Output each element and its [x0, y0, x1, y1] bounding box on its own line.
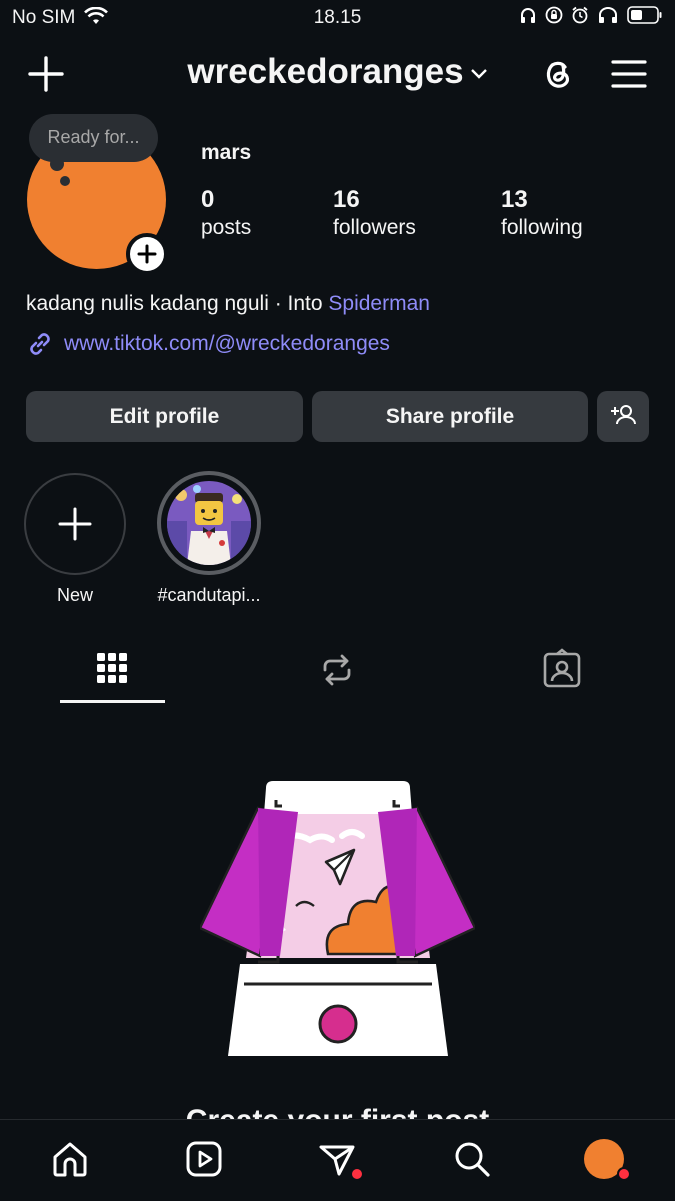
- discover-people-button[interactable]: [597, 391, 649, 442]
- display-name: mars: [201, 141, 252, 164]
- bio-mention[interactable]: Spiderman: [328, 292, 430, 315]
- tagged-icon[interactable]: [540, 648, 584, 692]
- add-person-icon: [611, 405, 636, 425]
- plus-icon: [58, 507, 92, 541]
- share-profile-button[interactable]: Share profile: [312, 391, 588, 442]
- story-highlight[interactable]: [157, 471, 261, 575]
- posts-label: posts: [201, 216, 252, 239]
- highlight-label: New: [56, 585, 93, 605]
- followers-count: 16: [333, 186, 360, 213]
- edit-profile-button[interactable]: Edit profile: [26, 391, 303, 442]
- threads-icon[interactable]: [538, 54, 578, 94]
- status-bar: No SIM 18.15: [0, 0, 675, 36]
- messages-notification-dot: [350, 1167, 364, 1181]
- highlight-thumbnail: [167, 481, 251, 565]
- orientation-lock-icon: [545, 6, 563, 24]
- headphones-icon: [521, 8, 535, 23]
- highlight-label: #candutapi...: [157, 585, 261, 605]
- note-bubble[interactable]: Ready for...: [29, 114, 158, 162]
- followers-stat[interactable]: 16 followers: [333, 186, 416, 242]
- headphones-icon: [599, 7, 617, 23]
- plus-icon: [137, 244, 157, 264]
- reposts-icon[interactable]: [315, 648, 359, 692]
- menu-icon[interactable]: [610, 56, 648, 92]
- posts-stat[interactable]: 0 posts: [201, 186, 251, 242]
- active-tab-indicator: [60, 700, 165, 703]
- posts-count: 0: [201, 186, 215, 213]
- followers-label: followers: [333, 216, 416, 239]
- grid-icon[interactable]: [90, 648, 134, 692]
- status-icons: [519, 6, 663, 24]
- new-highlight-button[interactable]: [24, 473, 126, 575]
- note-bubble-tail: [60, 176, 70, 186]
- alarm-icon: [572, 6, 588, 24]
- profile-notification-dot: [617, 1167, 631, 1181]
- home-icon[interactable]: [50, 1139, 90, 1179]
- add-story-button[interactable]: [126, 233, 168, 275]
- bio: kadang nulis kadang nguli · Into Spiderm…: [26, 292, 430, 316]
- link-icon: [30, 333, 50, 355]
- search-icon[interactable]: [452, 1139, 492, 1179]
- profile-link[interactable]: www.tiktok.com/@wreckedoranges: [26, 330, 390, 358]
- following-label: following: [501, 216, 583, 239]
- chevron-down-icon: [470, 68, 487, 79]
- reels-icon[interactable]: [184, 1139, 224, 1179]
- battery-icon: [627, 6, 662, 24]
- username: wreckedoranges: [187, 52, 464, 91]
- following-count: 13: [501, 186, 528, 213]
- empty-state-illustration: [200, 781, 475, 1056]
- following-stat[interactable]: 13 following: [501, 186, 583, 242]
- link-text: www.tiktok.com/@wreckedoranges: [64, 332, 390, 355]
- bio-text: kadang nulis kadang nguli · Into: [26, 292, 329, 315]
